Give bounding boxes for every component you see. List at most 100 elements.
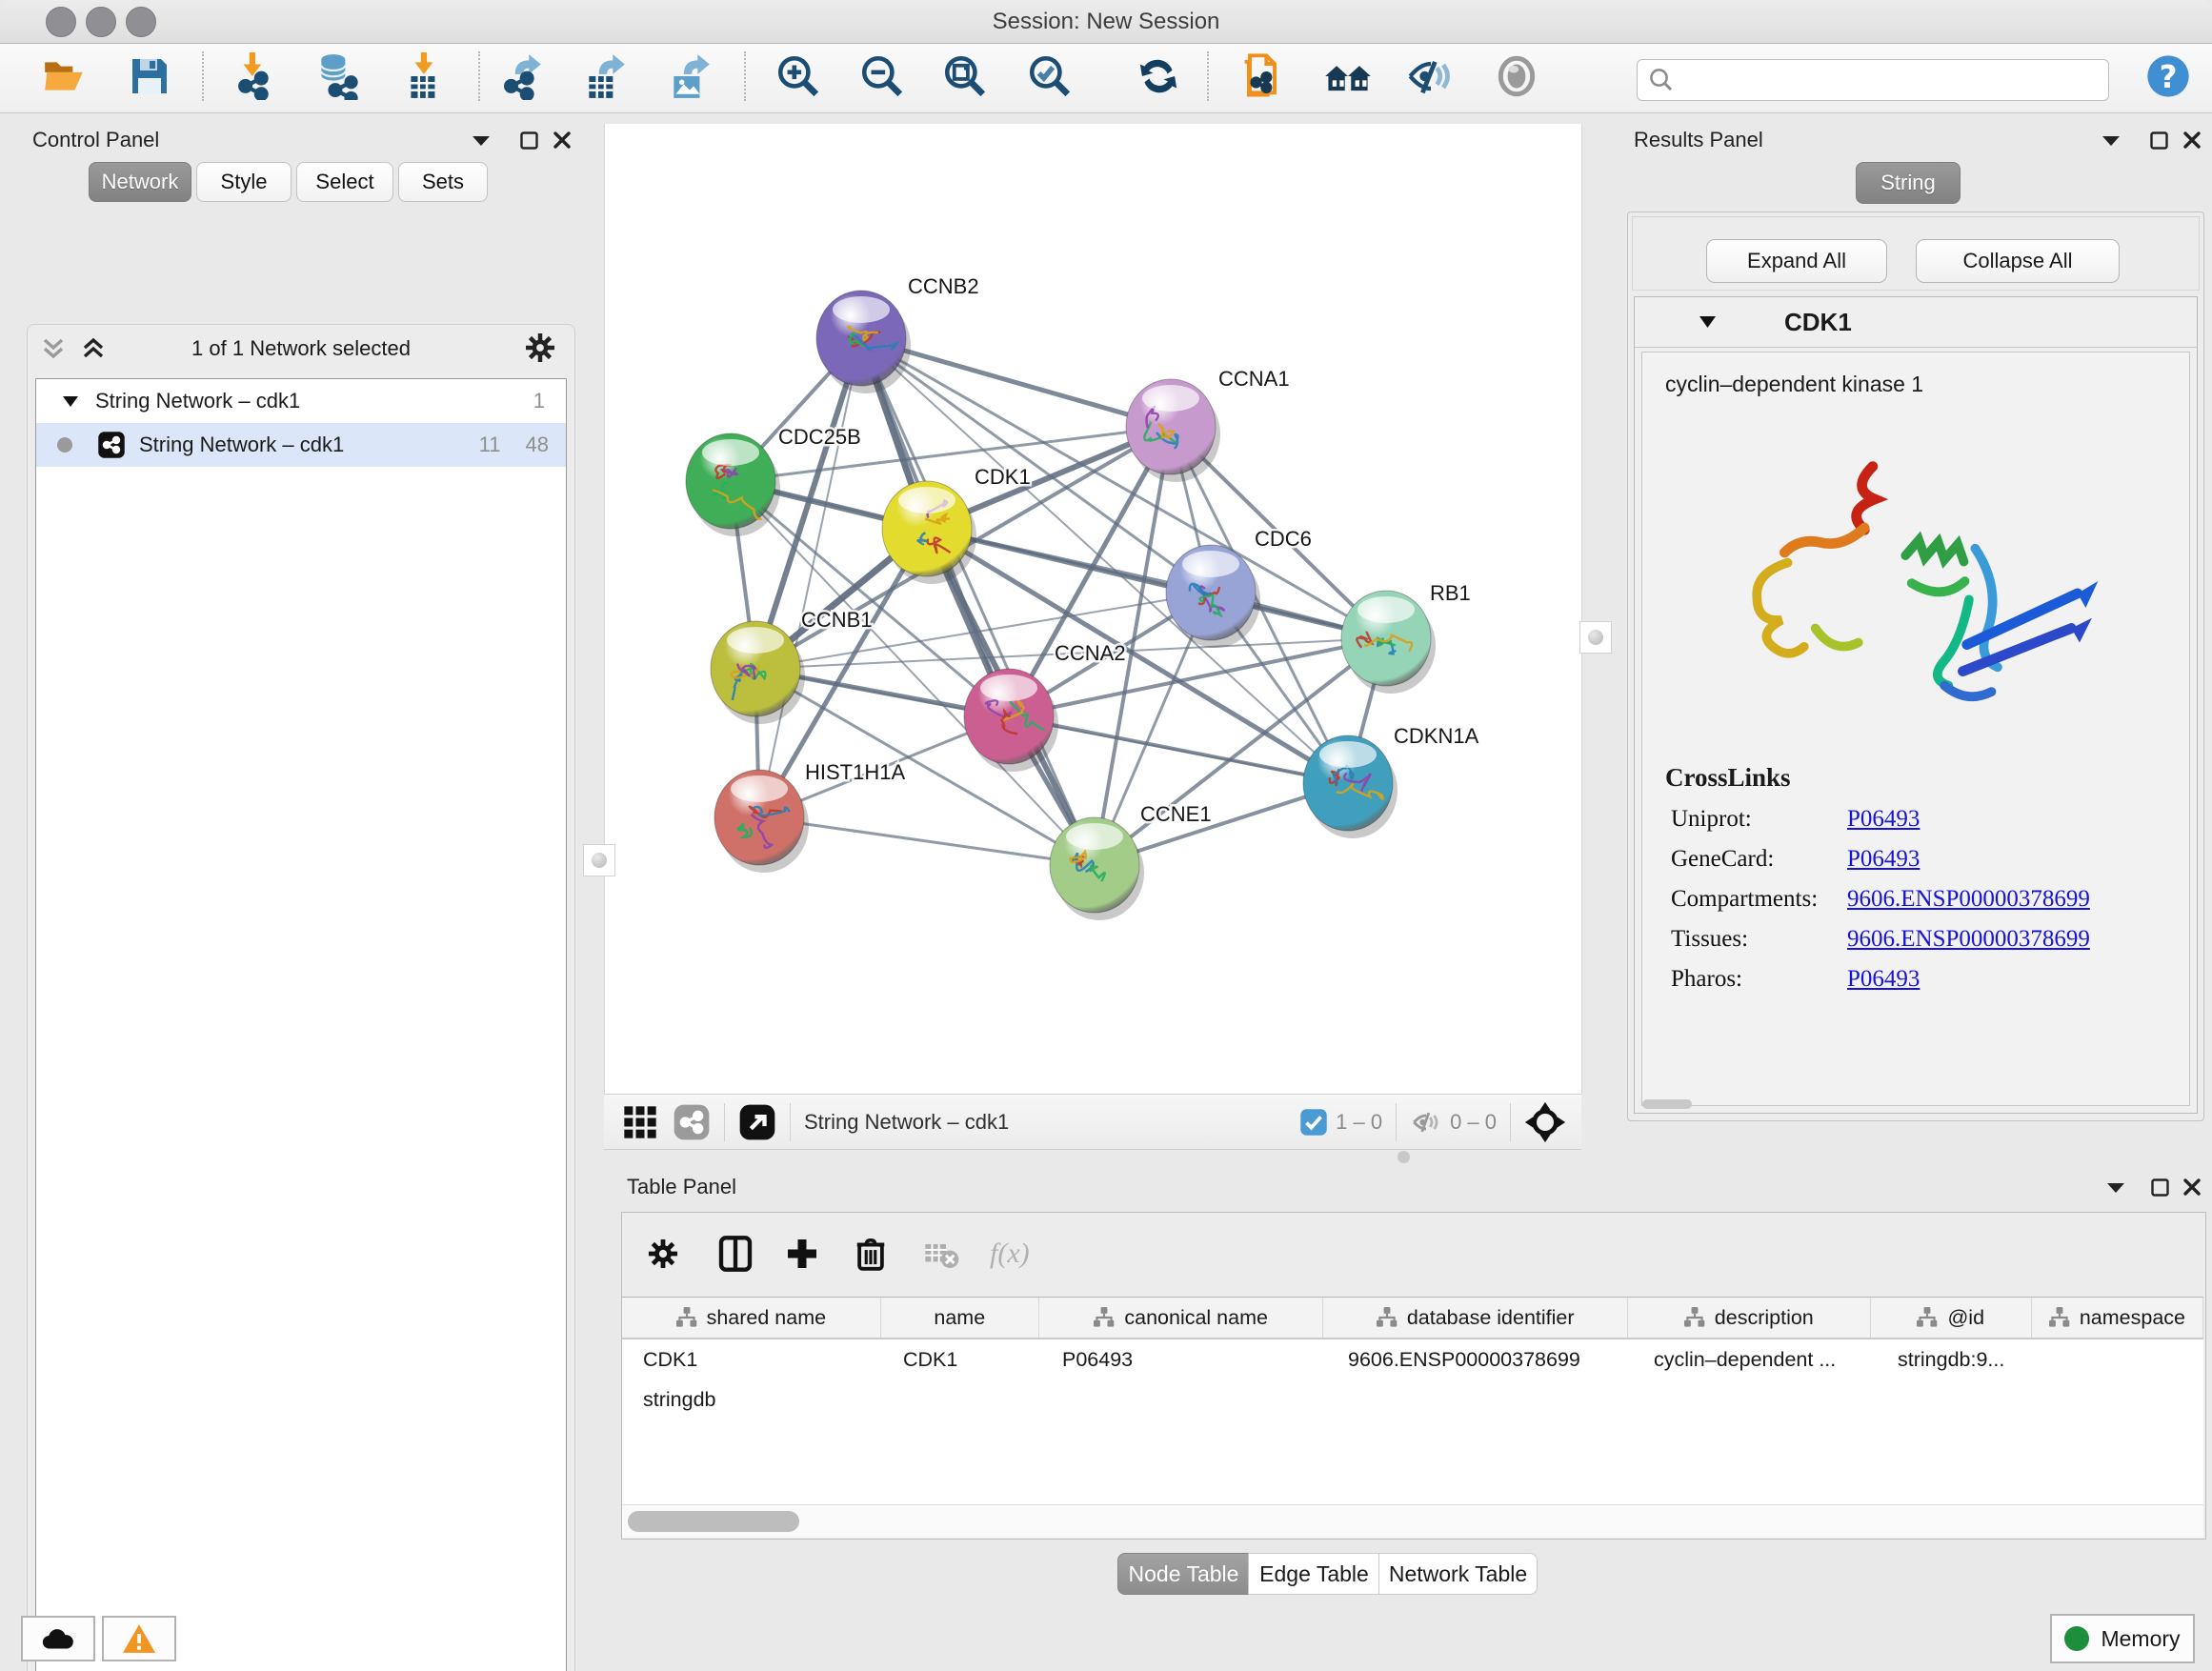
hidden-eye-slash-icon[interactable] [1410,1106,1442,1138]
table-cell[interactable]: CDK1 [622,1339,882,1379]
panel-menu-icon[interactable] [2101,1173,2130,1201]
tab-select[interactable]: Select [296,162,393,202]
string-import-button[interactable] [1236,48,1289,105]
memory-button[interactable]: Memory [2050,1614,2195,1663]
network-edges[interactable] [731,338,1386,865]
table-cell[interactable]: cyclin–dependent ... [1633,1339,1877,1379]
tab-style[interactable]: Style [196,162,292,202]
zoom-out-button[interactable] [855,48,909,105]
panel-menu-icon[interactable] [467,126,495,154]
import-network-database-button[interactable] [311,48,364,105]
tab-edge-table[interactable]: Edge Table [1248,1553,1380,1595]
protein-structure-image [1711,424,2121,738]
refresh-button[interactable] [1132,48,1185,105]
table-horizontal-scrollbar[interactable] [622,1504,2203,1538]
network-node-ccnb2[interactable] [816,291,911,393]
close-panel-icon[interactable] [548,126,576,154]
tree-expand-icon[interactable] [63,396,78,407]
birds-eye-toggle-icon[interactable] [1524,1101,1566,1143]
node-table[interactable]: shared namenamecanonical namedatabase id… [622,1297,2203,1505]
panel-menu-icon[interactable] [2097,126,2125,154]
table-settings-gear-icon[interactable] [635,1226,691,1281]
zoom-fit-button[interactable] [938,48,992,105]
table-cell[interactable]: stringdb [622,1379,794,1419]
table-cell[interactable]: 9606.ENSP00000378699 [1327,1339,1633,1379]
network-node-cdk1[interactable] [882,481,976,584]
network-node-hist1h1a[interactable] [714,770,809,873]
import-table-file-button[interactable] [398,48,452,105]
column-header-database-identifier[interactable]: database identifier [1323,1298,1627,1338]
close-panel-icon[interactable] [2178,126,2206,154]
expand-all-button[interactable]: Expand All [1706,239,1887,283]
network-collection-row[interactable]: String Network – cdk1 1 [36,379,566,423]
selected-checkbox-icon[interactable] [1299,1108,1328,1137]
zoom-in-button[interactable] [772,48,825,105]
zoom-selected-button[interactable] [1023,48,1076,105]
float-panel-icon[interactable] [514,126,543,154]
network-canvas[interactable]: CCNB2CCNA1CDC25BCDK1CDC6RB1CCNB1CCNA2CDK… [604,124,1582,1094]
network-node-rb1[interactable] [1341,591,1436,694]
crosslink-value-link[interactable]: P06493 [1847,966,1920,993]
column-header-name[interactable]: name [881,1298,1039,1338]
network-row-selected[interactable]: String Network – cdk1 11 48 [36,423,566,467]
cloud-status-button[interactable] [21,1616,95,1661]
tab-string-results[interactable]: String [1856,162,1961,204]
string-view-badge-icon[interactable] [673,1103,711,1141]
column-header-@id[interactable]: @id [1871,1298,2032,1338]
show-all-button[interactable] [1490,48,1543,105]
toolbar-separator [744,51,746,101]
table-cell[interactable]: CDK1 [882,1339,1041,1379]
table-cell[interactable]: stringdb:9... [1877,1339,2039,1379]
network-node-cdc6[interactable] [1166,545,1260,648]
node-label-ccnb2: CCNB2 [908,274,979,298]
tab-sets[interactable]: Sets [398,162,488,202]
import-network-file-button[interactable] [229,48,282,105]
table-row[interactable]: CDK1CDK1P064939606.ENSP00000378699cyclin… [622,1339,2203,1419]
save-session-button[interactable] [123,48,176,105]
crosslink-value-link[interactable]: P06493 [1847,846,1920,873]
float-panel-icon[interactable] [2145,1173,2174,1201]
close-panel-icon[interactable] [2178,1173,2206,1201]
network-node-cdc25b[interactable] [686,433,780,536]
results-scrollbar[interactable] [1642,1099,1692,1109]
export-image-button[interactable] [663,48,716,105]
tab-network-table[interactable]: Network Table [1378,1553,1538,1595]
tab-node-table[interactable]: Node Table [1117,1553,1250,1595]
first-neighbors-button[interactable] [1321,48,1375,105]
detach-view-icon[interactable] [738,1103,776,1141]
crosslink-value-link[interactable]: 9606.ENSP00000378699 [1847,886,2090,913]
crosslink-value-link[interactable]: 9606.ENSP00000378699 [1847,926,2090,953]
column-header-shared-name[interactable]: shared name [622,1298,881,1338]
horizontal-splitter-grip[interactable] [1398,1151,1410,1163]
warnings-button[interactable] [102,1616,176,1661]
network-node-cdkn1a[interactable] [1303,735,1398,838]
search-field[interactable] [1637,59,2109,101]
collapse-all-button[interactable]: Collapse All [1916,239,2120,283]
search-input[interactable] [1681,68,2108,92]
right-splitter-handle[interactable] [1579,621,1612,654]
toolbar-separator [1510,1103,1511,1141]
delete-column-trash-icon[interactable] [843,1226,898,1281]
table-cell[interactable]: P06493 [1041,1339,1327,1379]
create-column-plus-icon[interactable] [774,1226,830,1281]
network-node-ccna1[interactable] [1126,379,1220,482]
show-columns-icon[interactable] [708,1226,763,1281]
left-splitter-handle[interactable] [583,844,615,876]
float-panel-icon[interactable] [2144,126,2173,154]
scrollbar-thumb[interactable] [628,1511,799,1532]
network-options-gear-icon[interactable] [523,331,557,365]
column-header-namespace[interactable]: namespace [2032,1298,2203,1338]
crosslink-value-link[interactable]: P06493 [1847,806,1920,833]
export-table-button[interactable] [578,48,632,105]
view-grid-icon[interactable] [621,1103,659,1141]
open-session-button[interactable] [38,48,91,105]
hide-selected-button[interactable] [1404,48,1458,105]
section-collapse-icon[interactable] [1699,316,1716,328]
column-header-canonical-name[interactable]: canonical name [1039,1298,1324,1338]
help-button[interactable]: ? [2142,48,2195,105]
column-header-description[interactable]: description [1628,1298,1871,1338]
tab-network[interactable]: Network [89,162,191,202]
network-node-ccna2[interactable] [964,669,1058,772]
export-network-button[interactable] [496,48,550,105]
network-node-ccne1[interactable] [1050,817,1144,920]
